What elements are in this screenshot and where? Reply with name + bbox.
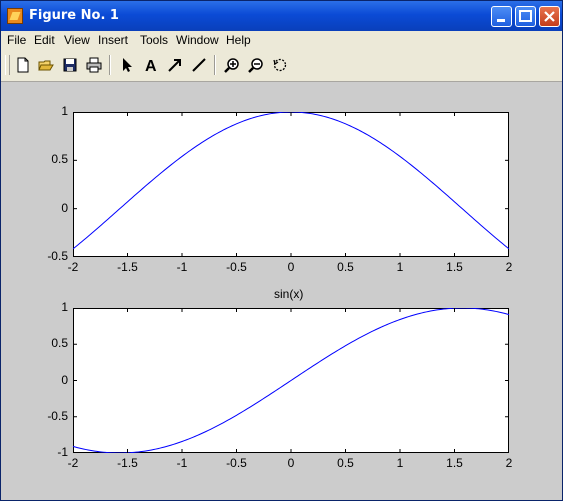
title-bar[interactable]: Figure No. 1: [1, 1, 562, 31]
y-tick-label: 1: [61, 300, 68, 314]
y-tick-label: -1: [57, 445, 68, 459]
insert-line-icon: [192, 58, 206, 72]
toolbar-separator: [214, 55, 216, 75]
minimize-button[interactable]: [491, 6, 512, 27]
y-tick-label: 0: [61, 372, 68, 387]
x-tick-label: -1.5: [117, 260, 138, 274]
x-tick-label: -2: [67, 260, 79, 274]
menu-view[interactable]: View: [64, 33, 90, 47]
rotate-icon: [273, 58, 287, 72]
axes-title: sin(x): [274, 287, 304, 301]
insert-text-button[interactable]: A: [141, 55, 161, 75]
maximize-icon: [519, 10, 532, 22]
minimize-icon: [497, 19, 505, 22]
menu-help[interactable]: Help: [226, 33, 251, 47]
menu-edit[interactable]: Edit: [34, 33, 55, 47]
y-tick-label: -0.5: [47, 249, 68, 263]
x-tick-label: -1.5: [117, 456, 138, 470]
menu-file[interactable]: File: [7, 33, 26, 47]
insert-line-button[interactable]: [189, 55, 209, 75]
y-tick-label: 1: [61, 104, 68, 118]
x-tick-label: 0.5: [337, 260, 354, 274]
select-arrow-icon: [123, 58, 132, 72]
rotate-button[interactable]: [270, 55, 290, 75]
x-tick-label: -1: [176, 456, 188, 470]
zoom-in-icon: [224, 58, 239, 73]
x-tick-label: -0.5: [226, 260, 247, 274]
x-tick-label: -1: [176, 260, 188, 274]
open-folder-icon: [38, 60, 54, 71]
series-line: [73, 112, 509, 250]
y-tick-label: 0: [61, 200, 68, 215]
x-tick-label: -0.5: [226, 456, 247, 470]
window-title: Figure No. 1: [29, 8, 119, 23]
print-button[interactable]: [84, 55, 104, 75]
svg-text:A: A: [145, 58, 157, 73]
close-button[interactable]: [539, 6, 560, 27]
x-tick-label: 0: [287, 260, 295, 274]
axes-frame: [73, 112, 509, 257]
menu-tools[interactable]: Tools: [140, 33, 168, 47]
close-icon: [544, 11, 555, 22]
insert-text-icon: A: [145, 58, 157, 73]
x-tick-label: 0: [287, 456, 295, 470]
x-tick-label: 1.5: [446, 456, 463, 470]
new-file-icon: [17, 57, 29, 73]
save-icon: [63, 58, 77, 72]
zoom-out-icon: [248, 58, 263, 73]
new-file-button[interactable]: [13, 55, 33, 75]
axes-sin[interactable]: [73, 308, 509, 453]
menu-bar: File Edit View Insert Tools Window Help: [1, 31, 562, 49]
x-tick-label: 2: [505, 456, 513, 470]
zoom-in-button[interactable]: [222, 55, 242, 75]
open-button[interactable]: [36, 55, 56, 75]
zoom-out-button[interactable]: [246, 55, 266, 75]
y-tick-label: 0.5: [51, 152, 68, 167]
toolbar: A: [1, 49, 562, 82]
insert-arrow-button[interactable]: [165, 55, 185, 75]
insert-arrow-icon: [168, 59, 181, 72]
menu-insert[interactable]: Insert: [98, 33, 128, 47]
figure-window: Figure No. 1 File Edit View Insert Tools…: [0, 0, 563, 501]
print-icon: [86, 57, 102, 73]
x-tick-label: 2: [505, 260, 513, 274]
menu-window[interactable]: Window: [176, 33, 219, 47]
x-tick-label: 1.5: [446, 260, 463, 274]
toolbar-grip[interactable]: [5, 55, 10, 75]
matlab-logo-icon: [7, 8, 23, 24]
toolbar-separator: [109, 55, 111, 75]
x-tick-label: 1: [396, 260, 404, 274]
x-tick-label: 0.5: [337, 456, 354, 470]
plot-area: [73, 112, 509, 257]
y-tick-label: 0.5: [51, 336, 68, 351]
x-tick-label: 1: [396, 456, 404, 470]
plot-area: [73, 308, 509, 453]
x-tick-label: -2: [67, 456, 79, 470]
axes-cos[interactable]: [73, 112, 509, 257]
series-line: [73, 308, 509, 453]
maximize-button[interactable]: [515, 6, 536, 27]
y-tick-label: -0.5: [47, 408, 68, 423]
save-button[interactable]: [60, 55, 80, 75]
select-button[interactable]: [117, 55, 137, 75]
